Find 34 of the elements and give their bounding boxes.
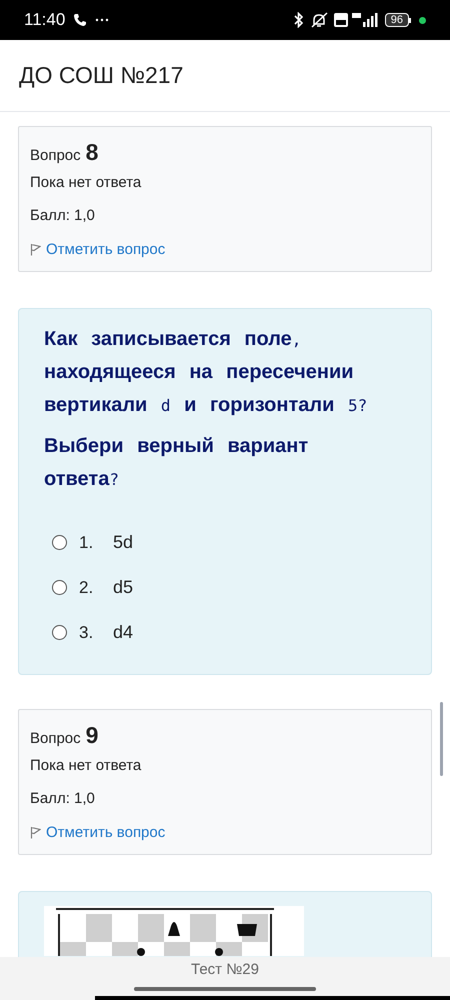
answer-state: Пока нет ответа: [30, 756, 142, 776]
bluetooth-icon: [294, 12, 304, 28]
phone-icon: [73, 13, 88, 27]
flag-question-link[interactable]: Отметить вопрос: [46, 238, 166, 261]
option-number: 1.: [79, 532, 94, 554]
muted-bell-icon: [310, 12, 330, 28]
question-number: 8: [86, 138, 98, 167]
flag-icon: [30, 243, 41, 256]
flag-question-link[interactable]: Отметить вопрос: [46, 822, 166, 844]
page-title: ДО СОШ №217: [19, 61, 184, 90]
radio-button[interactable]: [52, 580, 67, 595]
question-label: Вопрос: [30, 146, 81, 166]
radio-button[interactable]: [52, 535, 67, 550]
status-time: 11:40: [24, 9, 66, 32]
question-number: 9: [86, 721, 98, 750]
answer-state: Пока нет ответа: [30, 172, 142, 192]
option-number: 2.: [79, 576, 94, 599]
signal-icon: [350, 12, 379, 28]
question-text: Выбери верный вариант ответа?: [44, 434, 310, 492]
score-text: Балл: 1,0: [30, 789, 96, 809]
option-text[interactable]: d5: [113, 574, 134, 601]
scrollbar-icon: [440, 702, 443, 776]
battery-icon: 96: [384, 13, 411, 27]
flag-icon: [30, 826, 41, 840]
option-number: 3.: [79, 622, 94, 644]
option-text[interactable]: d4: [113, 619, 134, 646]
radio-button[interactable]: [52, 625, 67, 640]
question-text: Как записывается поле, находящееся на пересечении вертикали d и горизонтали 5?: [44, 327, 368, 418]
more-icon: [95, 18, 110, 22]
question-label: Вопрос: [30, 729, 81, 749]
score-text: Балл: 1,0: [30, 206, 96, 226]
option-text[interactable]: 5d: [113, 529, 134, 556]
test-title: Тест №29: [191, 960, 259, 980]
volte-icon: [334, 13, 348, 27]
